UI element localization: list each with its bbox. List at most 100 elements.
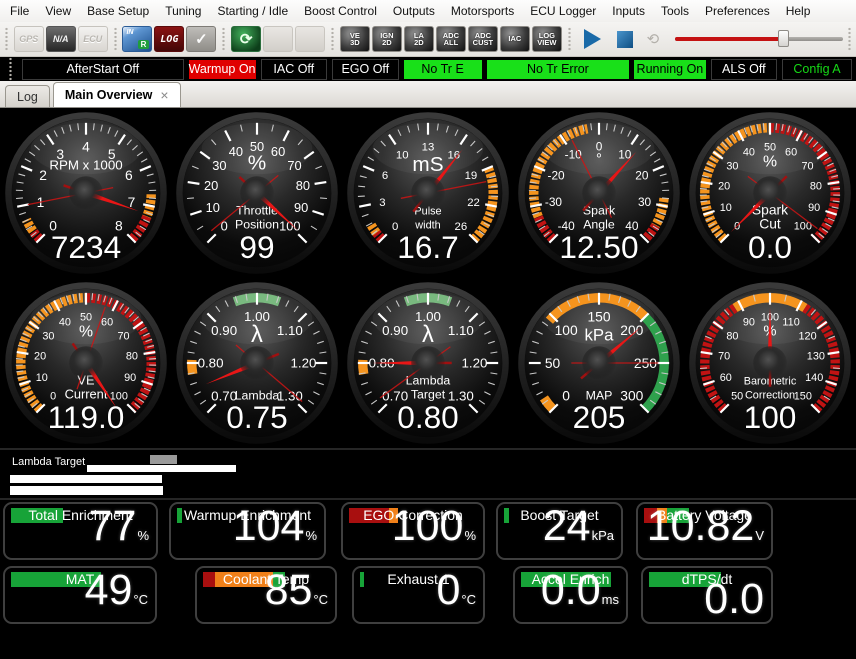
svg-text:6: 6: [382, 170, 388, 182]
svg-text:130: 130: [807, 351, 825, 363]
gauge-lambda: 0.700.800.901.001.101.201.30λLambda0.75: [171, 278, 342, 448]
status-iac-off: IAC Off: [261, 59, 328, 80]
svg-text:80: 80: [296, 178, 310, 193]
menu-boost-control[interactable]: Boost Control: [296, 1, 385, 21]
gauge-barometric-correction: 5060708090100110120130140150%BarometricC…: [685, 278, 856, 448]
menu-motorsports[interactable]: Motorsports: [443, 1, 522, 21]
svg-text:22: 22: [467, 197, 480, 209]
svg-text:0.90: 0.90: [211, 323, 237, 338]
tab-log[interactable]: Log: [5, 85, 50, 107]
svg-text:4: 4: [82, 138, 90, 154]
display-accel-enrich: Accel Enrich0.0ms: [513, 566, 628, 624]
svg-text:7234: 7234: [50, 229, 120, 265]
confirm-button[interactable]: ✓: [186, 26, 216, 52]
svg-text:RPM x 1000: RPM x 1000: [49, 157, 122, 172]
menu-preferences[interactable]: Preferences: [697, 1, 778, 21]
inr-r-label: R: [138, 40, 150, 49]
svg-text:6: 6: [125, 167, 133, 183]
display-title: Boost Target: [498, 507, 621, 523]
gauge-lambda-target: 0.700.800.901.001.101.201.30λLambdaTarge…: [342, 278, 513, 448]
statusbar-handle: [8, 57, 13, 81]
svg-text:100: 100: [744, 399, 797, 435]
play-button[interactable]: [584, 29, 601, 49]
burn-button: [295, 26, 325, 52]
status-no-tr-error: No Tr Error: [487, 60, 630, 79]
svg-text:30: 30: [638, 195, 652, 209]
toolbar-group-handle: [330, 27, 335, 51]
svg-text:0: 0: [734, 221, 740, 233]
svg-text:50: 50: [731, 391, 743, 403]
lambda-target-bar-4: [10, 486, 163, 495]
log-button[interactable]: LOG: [154, 26, 184, 52]
iac-button[interactable]: IAC: [500, 26, 530, 52]
menu-starting-idle[interactable]: Starting / Idle: [209, 1, 296, 21]
gauge-row-1: 012345678RPM x 1000723401020304050607080…: [0, 108, 856, 278]
slider-thumb[interactable]: [778, 30, 789, 47]
lambda-target-panel: Lambda Target: [0, 448, 856, 500]
svg-text:1.20: 1.20: [461, 356, 487, 371]
gauge-rpm: 012345678RPM x 10007234: [0, 108, 171, 278]
tab-main-overview[interactable]: Main Overview×: [53, 82, 181, 107]
svg-text:60: 60: [720, 372, 732, 384]
orb-label: ALL: [444, 39, 459, 47]
svg-text:19: 19: [465, 170, 478, 182]
svg-text:40: 40: [743, 146, 755, 158]
menu-outputs[interactable]: Outputs: [385, 1, 443, 21]
status-indicator-bar: AfterStart OffWarmup OnIAC OffEGO OffNo …: [0, 57, 856, 81]
menu-tools[interactable]: Tools: [653, 1, 697, 21]
adc-all-button[interactable]: ADCALL: [436, 26, 466, 52]
svg-text:80: 80: [727, 331, 739, 343]
inr-in-label: IN: [126, 29, 133, 36]
svg-text:kPa: kPa: [585, 325, 615, 344]
status-als-off: ALS Off: [711, 59, 778, 80]
svg-text:-30: -30: [545, 195, 563, 209]
svg-text:1.10: 1.10: [277, 323, 303, 338]
status-ego-off: EGO Off: [332, 59, 399, 80]
ve-3d-button[interactable]: VE3D: [340, 26, 370, 52]
menu-help[interactable]: Help: [778, 1, 819, 21]
stop-button[interactable]: [617, 31, 633, 48]
toolbar-group-handle: [113, 27, 118, 51]
menu-tuning[interactable]: Tuning: [157, 1, 209, 21]
menu-inputs[interactable]: Inputs: [604, 1, 653, 21]
svg-text:80: 80: [810, 181, 822, 193]
svg-text:30: 30: [42, 331, 54, 343]
svg-text:60: 60: [785, 146, 797, 158]
la-2d-button[interactable]: LA2D: [404, 26, 434, 52]
slider-progress: [675, 37, 783, 41]
svg-text:30: 30: [212, 158, 226, 173]
svg-text:0.0: 0.0: [748, 229, 792, 265]
na-indicator-button[interactable]: N/A: [46, 26, 76, 52]
ign-2d-button[interactable]: IGN2D: [372, 26, 402, 52]
menu-file[interactable]: File: [2, 1, 37, 21]
svg-text:140: 140: [805, 372, 823, 384]
svg-text:10: 10: [205, 200, 219, 215]
log-view-button[interactable]: LOGVIEW: [532, 26, 562, 52]
svg-text:90: 90: [124, 372, 136, 384]
dashboard: 012345678RPM x 1000723401020304050607080…: [0, 108, 856, 628]
svg-text:150: 150: [588, 308, 611, 324]
menu-ecu-logger[interactable]: ECU Logger: [522, 1, 604, 21]
svg-text:°: °: [596, 151, 602, 167]
display-mat: MAT49°C: [3, 566, 157, 624]
inr-datalog-button[interactable]: IN R: [122, 26, 152, 52]
tab-close-icon[interactable]: ×: [160, 87, 168, 103]
svg-text:90: 90: [294, 200, 308, 215]
orb-label: CUST: [473, 39, 493, 47]
display-warmup-enrichment: Warmup Enrichment104%: [169, 502, 326, 560]
svg-text:100: 100: [279, 218, 300, 233]
display-row-1: Total Enrichment77%Warmup Enrichment104%…: [0, 500, 856, 564]
svg-text:90: 90: [808, 202, 820, 214]
adc-cust-button[interactable]: ADCCUST: [468, 26, 498, 52]
svg-text:70: 70: [802, 161, 814, 173]
svg-text:20: 20: [34, 351, 46, 363]
playback-slider[interactable]: [675, 29, 843, 49]
app-window: FileViewBase SetupTuningStarting / IdleB…: [0, 0, 856, 628]
tab-bar: LogMain Overview×: [0, 81, 856, 108]
sync-button[interactable]: ⟳: [231, 26, 261, 52]
display-title: Accel Enrich: [515, 571, 626, 587]
menu-view[interactable]: View: [37, 1, 79, 21]
menu-bar: FileViewBase SetupTuningStarting / IdleB…: [0, 0, 856, 22]
status-running-on: Running On: [634, 60, 705, 79]
menu-base-setup[interactable]: Base Setup: [79, 1, 157, 21]
